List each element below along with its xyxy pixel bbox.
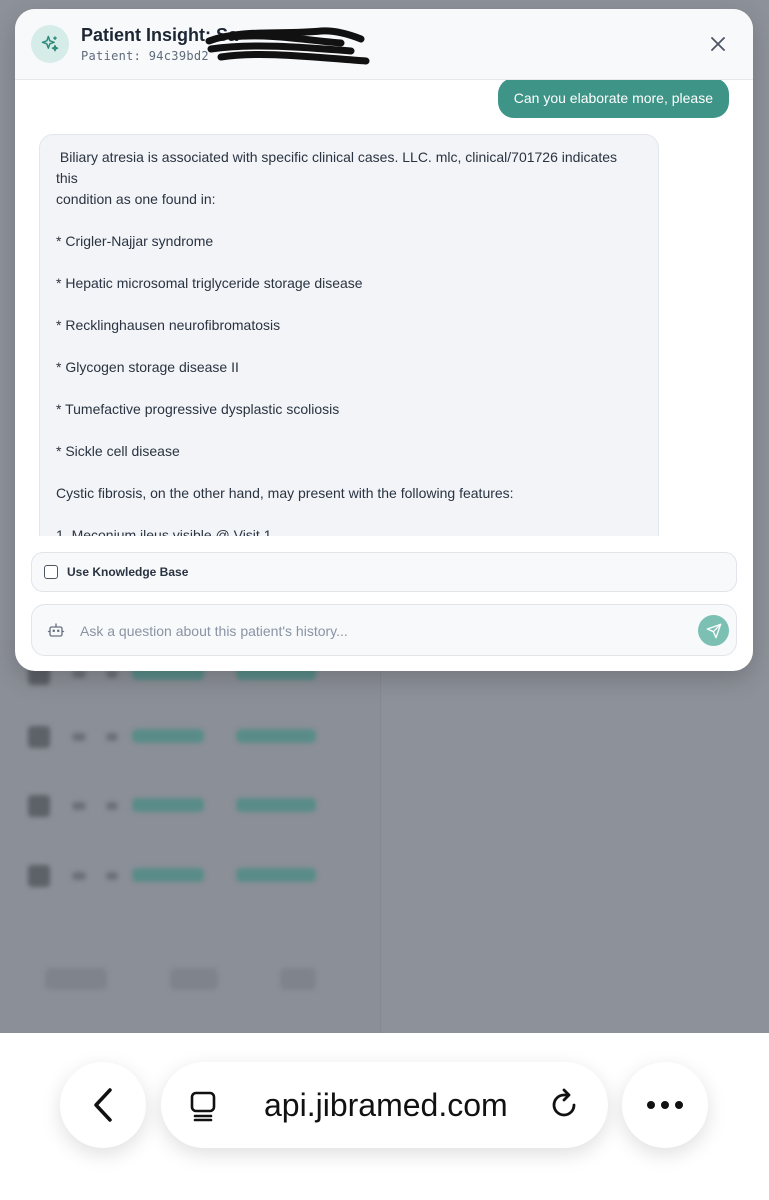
chevron-left-icon <box>94 1088 112 1122</box>
message-line-gap <box>56 294 642 315</box>
message-line: * Recklinghausen neurofibromatosis <box>56 317 281 333</box>
sparkles-icon <box>31 25 69 63</box>
chat-messages[interactable]: Can you elaborate more, please Biliary a… <box>15 80 753 536</box>
message-line: Biliary atresia is associated with speci… <box>56 149 621 186</box>
close-icon <box>711 37 725 51</box>
message-line: * Crigler-Najjar syndrome <box>56 233 214 249</box>
browser-toolbar: api.jibramed.com <box>0 1033 769 1200</box>
background-pager-button <box>45 968 107 990</box>
background-row <box>28 723 328 749</box>
background-pager-button <box>280 968 316 990</box>
patient-insight-modal: Patient Insight: Sa Patient: 94c39bd2 Ca… <box>15 9 753 671</box>
url-text: api.jibramed.com <box>264 1087 508 1123</box>
message-line: * Tumefactive progressive dysplastic sco… <box>56 401 340 417</box>
bot-icon <box>47 623 65 637</box>
background-row <box>28 862 328 888</box>
knowledge-base-toggle[interactable]: Use Knowledge Base <box>31 552 737 592</box>
question-input-container <box>31 604 737 656</box>
background-row <box>28 792 328 818</box>
close-button[interactable] <box>705 31 731 57</box>
tabs-icon[interactable] <box>187 1090 219 1122</box>
message-line-gap <box>56 252 642 273</box>
modal-header: Patient Insight: Sa Patient: 94c39bd2 <box>15 9 753 80</box>
message-line: condition as one found in: <box>56 191 216 207</box>
message-line-gap <box>56 504 642 525</box>
message-line: * Sickle cell disease <box>56 443 180 459</box>
patient-id: Patient: 94c39bd2 <box>81 49 209 63</box>
back-button[interactable] <box>60 1062 146 1148</box>
message-line-gap <box>56 420 642 441</box>
message-line: * Glycogen storage disease II <box>56 359 239 375</box>
message-line: Cystic fibrosis, on the other hand, may … <box>56 485 514 501</box>
more-icon <box>647 1101 683 1109</box>
user-message: Can you elaborate more, please <box>497 80 729 118</box>
question-input[interactable] <box>78 617 682 645</box>
send-button[interactable] <box>698 615 729 646</box>
address-bar[interactable]: api.jibramed.com <box>161 1062 608 1148</box>
background-pager-button <box>170 968 218 990</box>
message-line: * Hepatic microsomal triglyceride storag… <box>56 275 363 291</box>
knowledge-base-checkbox[interactable] <box>44 565 58 579</box>
reload-icon[interactable] <box>549 1088 581 1122</box>
assistant-message: Biliary atresia is associated with speci… <box>39 134 659 536</box>
knowledge-base-label: Use Knowledge Base <box>67 565 189 579</box>
more-button[interactable] <box>622 1062 708 1148</box>
redaction-scribble <box>205 27 370 65</box>
message-line-gap <box>56 210 642 231</box>
message-line: 1. Meconium ileus visible @ Visit 1 <box>56 527 272 536</box>
send-icon <box>706 623 721 638</box>
message-line-gap <box>56 378 642 399</box>
message-line-gap <box>56 336 642 357</box>
message-line-gap <box>56 462 642 483</box>
